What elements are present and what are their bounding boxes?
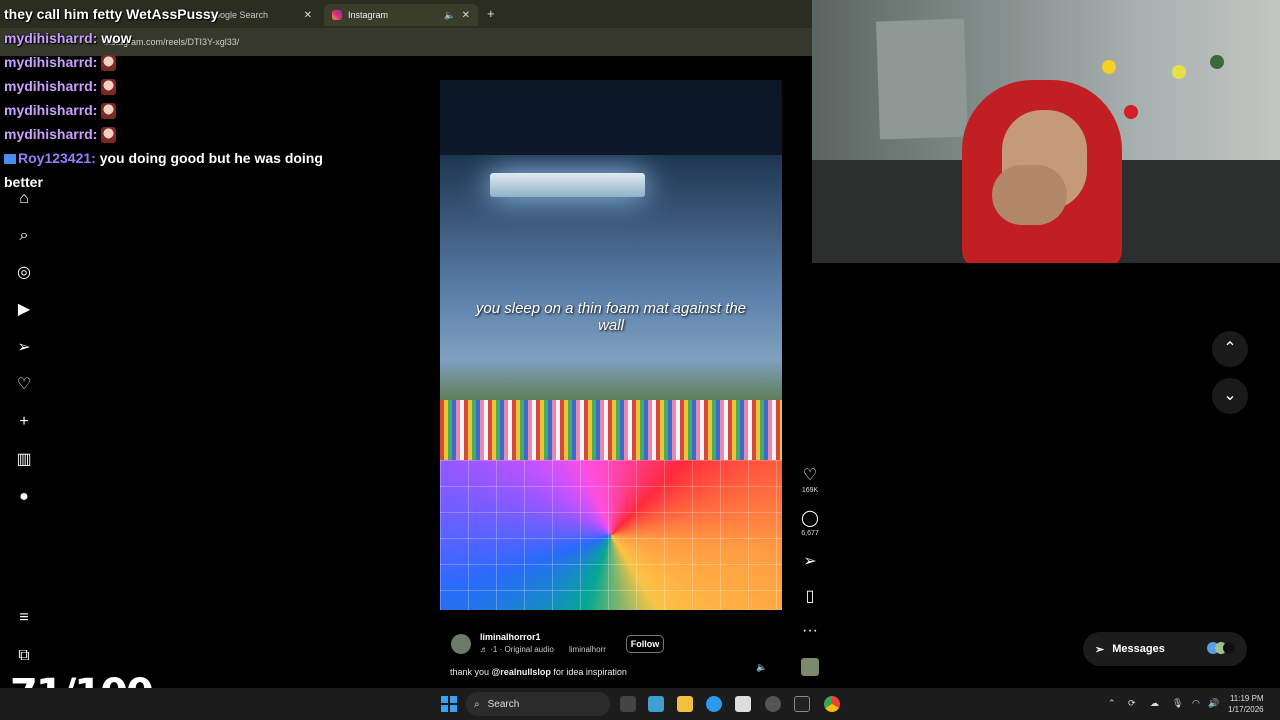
search-icon[interactable]: ⌕ bbox=[15, 227, 33, 245]
volume-icon[interactable]: 🔊 bbox=[1208, 698, 1219, 709]
close-icon[interactable]: ✕ bbox=[462, 10, 470, 21]
audio-label[interactable]: ♬ ·1 · Original audio bbox=[480, 645, 554, 654]
chat-text: wow bbox=[101, 30, 132, 46]
messages-label: Messages bbox=[1112, 643, 1165, 655]
create-icon[interactable]: + bbox=[15, 413, 33, 431]
speaker-icon[interactable]: 🔈 bbox=[444, 10, 455, 21]
mat-pattern bbox=[440, 460, 782, 610]
more-icon: ··· bbox=[802, 622, 818, 639]
comment-count: 6,677 bbox=[801, 530, 819, 537]
reel-video[interactable] bbox=[440, 155, 782, 610]
comment-button[interactable]: ◯ 6,677 bbox=[800, 510, 820, 537]
edge-icon[interactable] bbox=[706, 696, 722, 712]
app-icon[interactable] bbox=[794, 696, 810, 712]
description-text: for idea inspiration bbox=[550, 667, 627, 677]
chat-message: mydihisharrd: bbox=[4, 74, 344, 98]
wifi-icon[interactable]: ◠ bbox=[1192, 698, 1200, 709]
profile-icon[interactable]: ● bbox=[15, 488, 33, 506]
avatar bbox=[1207, 641, 1235, 657]
date: 1/17/2026 bbox=[1228, 705, 1264, 714]
plush-toy bbox=[1172, 65, 1186, 79]
like-button[interactable]: ♡ 169K bbox=[800, 467, 820, 494]
next-reel-button[interactable]: ⌄ bbox=[1212, 378, 1248, 414]
copilot-icon[interactable] bbox=[648, 696, 664, 712]
chat-username: mydihisharrd: bbox=[4, 126, 98, 142]
sync-icon[interactable]: ⟳ bbox=[1128, 698, 1136, 709]
audio-thumbnail[interactable] bbox=[801, 658, 819, 676]
chevron-up-icon[interactable]: ⌃ bbox=[1108, 698, 1116, 709]
emote-icon bbox=[101, 103, 117, 120]
author-name[interactable]: liminalhorror1 bbox=[480, 632, 541, 642]
chat-username: mydihisharrd: bbox=[4, 30, 98, 46]
chat-message: mydihisharrd: wow bbox=[4, 26, 344, 50]
time: 11:19 PM bbox=[1229, 694, 1264, 703]
save-button[interactable]: ▯ bbox=[800, 588, 820, 606]
ceiling-light bbox=[490, 173, 645, 197]
cloud-icon[interactable]: ☁ bbox=[1150, 698, 1159, 709]
threads-icon[interactable]: ⧉ bbox=[15, 647, 33, 665]
share-button[interactable]: ➢ bbox=[800, 553, 820, 571]
wall-poster bbox=[875, 18, 969, 140]
streamer-hand bbox=[992, 165, 1067, 225]
description-text: thank you bbox=[450, 667, 492, 677]
chrome-icon[interactable] bbox=[824, 696, 840, 712]
chat-message: mydihisharrd: bbox=[4, 122, 344, 146]
stream-chat: they call him fetty WetAssPussy mydihish… bbox=[4, 2, 344, 194]
previous-reel-button[interactable]: ⌃ bbox=[1212, 331, 1248, 367]
chat-username: Roy123421: bbox=[18, 150, 96, 166]
emote-icon bbox=[101, 79, 117, 96]
file-explorer-icon[interactable] bbox=[677, 696, 693, 712]
reel-overlay-caption: you sleep on a thin foam mat against the… bbox=[475, 300, 747, 334]
webcam-feed bbox=[812, 0, 1280, 263]
search-icon: ⌕ bbox=[474, 698, 480, 710]
mention-link[interactable]: @realnullslop bbox=[492, 667, 551, 677]
store-icon[interactable] bbox=[735, 696, 751, 712]
dashboard-icon[interactable]: ▥ bbox=[15, 451, 33, 469]
chat-text: they call him fetty WetAssPussy bbox=[4, 6, 219, 22]
direct-icon: ➢ bbox=[1095, 643, 1105, 656]
chat-username: mydihisharrd: bbox=[4, 54, 98, 70]
plush-toy bbox=[1102, 60, 1116, 74]
messages-button[interactable]: ➢ Messages bbox=[1083, 632, 1247, 666]
heart-icon: ♡ bbox=[802, 467, 818, 484]
tab-instagram[interactable]: Instagram 🔈 ✕ bbox=[324, 4, 478, 26]
taskbar: ⌕ Search ⌃ ⟳ ☁ 🎙 ◠ 🔊 11:19 PM 1/17/2026 bbox=[0, 688, 1280, 720]
chat-message: Roy123421: you doing good but he was doi… bbox=[4, 146, 344, 194]
author-avatar[interactable] bbox=[451, 634, 471, 654]
reels-icon[interactable]: ▶ bbox=[15, 301, 33, 319]
app-icon[interactable] bbox=[765, 696, 781, 712]
more-button[interactable]: ··· bbox=[800, 622, 820, 640]
windows-start-icon[interactable] bbox=[441, 696, 457, 712]
bookmark-icon: ▯ bbox=[805, 588, 815, 605]
direct-icon[interactable]: ➢ bbox=[15, 339, 33, 357]
emote-icon bbox=[101, 55, 117, 72]
taskbar-search[interactable]: ⌕ Search bbox=[466, 692, 610, 716]
chat-message: mydihisharrd: bbox=[4, 50, 344, 74]
plush-toy bbox=[1210, 55, 1224, 69]
screen: Google Search ✕ Instagram 🔈 ✕ + instagra… bbox=[0, 0, 1280, 720]
like-count: 169K bbox=[801, 487, 819, 494]
chat-message: they call him fetty WetAssPussy bbox=[4, 2, 344, 26]
task-view-icon[interactable] bbox=[620, 696, 636, 712]
emote-icon bbox=[101, 127, 117, 144]
badge-icon bbox=[4, 154, 16, 165]
explore-icon[interactable]: ◎ bbox=[15, 264, 33, 282]
chat-message: mydihisharrd: bbox=[4, 98, 344, 122]
chat-username: mydihisharrd: bbox=[4, 102, 98, 118]
share-icon: ➢ bbox=[803, 553, 817, 570]
follow-button[interactable]: Follow bbox=[626, 635, 664, 653]
mute-icon[interactable]: 🔈 bbox=[756, 662, 767, 673]
new-tab-icon[interactable]: + bbox=[487, 6, 495, 21]
search-label: Search bbox=[487, 698, 520, 710]
plush-toy bbox=[1124, 105, 1138, 119]
mic-icon[interactable]: 🎙 bbox=[1172, 698, 1183, 709]
audio-credit[interactable]: liminalhorr bbox=[569, 645, 606, 654]
tab-label: Instagram bbox=[348, 10, 389, 20]
comment-icon: ◯ bbox=[801, 510, 819, 527]
clock[interactable]: 11:19 PM 1/17/2026 bbox=[1228, 693, 1264, 715]
reel-description: thank you @realnullslop for idea inspira… bbox=[450, 667, 627, 677]
menu-icon[interactable]: ≡ bbox=[15, 609, 33, 627]
chat-username: mydihisharrd: bbox=[4, 78, 98, 94]
heart-icon[interactable]: ♡ bbox=[15, 376, 33, 394]
